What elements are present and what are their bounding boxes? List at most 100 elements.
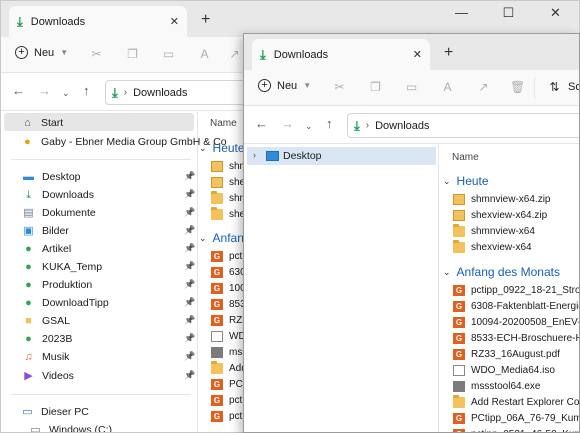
file-row[interactable]: G RZ33_16August.pdf — [453, 349, 560, 360]
breadcrumb[interactable]: ⤓ › Downloads — [347, 113, 579, 138]
new-button[interactable]: + Neu ▼ — [15, 46, 68, 59]
sidebar-item[interactable]: ▶ Videos — [22, 367, 74, 385]
pane-divider[interactable] — [438, 145, 439, 432]
chevron-down-icon: ⌄ — [443, 266, 451, 277]
file-row[interactable]: Gpctipp_0521_46-50_Kummer — [453, 429, 579, 432]
tab-downloads[interactable]: ⤓ Downloads ✕ — [9, 6, 187, 37]
pane-divider[interactable] — [197, 112, 198, 432]
pin-icon[interactable]: 📌 — [184, 315, 195, 326]
group-header[interactable]: ⌄ Heute — [443, 174, 489, 188]
pin-icon[interactable]: 📌 — [184, 333, 195, 344]
pin-icon[interactable]: 📌 — [184, 171, 195, 182]
pin-icon[interactable]: 📌 — [184, 279, 195, 290]
share-icon[interactable]: ↗ — [476, 80, 491, 94]
new-tab-button[interactable]: + — [201, 12, 210, 28]
rename-icon[interactable]: A — [440, 80, 455, 94]
share-icon[interactable]: ↗ — [227, 47, 242, 61]
sidebar-item-label: Desktop — [42, 171, 81, 183]
recent-chevron-icon[interactable]: ⌄ — [62, 86, 70, 100]
sidebar-item-label: 2023B — [42, 333, 73, 345]
pdf-icon: G — [453, 285, 465, 296]
sidebar-item-label: GSAL — [42, 315, 71, 327]
rename-icon[interactable]: A — [197, 47, 212, 61]
file-row[interactable]: G PCtipp_06A_76-79_Kummerk — [453, 413, 579, 424]
sidebar-item[interactable]: ● Artikel — [22, 240, 71, 258]
sidebar-item[interactable]: ♫ Musik — [22, 348, 69, 366]
expand-chevron-icon[interactable]: › — [253, 150, 256, 160]
copy-icon[interactable]: ❐ — [125, 47, 140, 61]
file-row[interactable]: shexview-x64 — [453, 240, 532, 253]
sidebar-item[interactable]: ⤓ Downloads — [22, 186, 94, 204]
column-header-name[interactable]: Name — [210, 118, 237, 129]
pin-icon[interactable]: 📌 — [184, 297, 195, 308]
sidebar-item[interactable]: ■ GSAL — [22, 312, 70, 330]
pin-icon[interactable]: 📌 — [184, 207, 195, 218]
new-tab-button[interactable]: + — [444, 45, 453, 61]
pin-icon[interactable]: 📌 — [184, 261, 195, 272]
new-label: Neu — [277, 79, 298, 92]
file-row[interactable]: shmnview-x64.zip — [453, 194, 550, 205]
pdf-icon: G — [453, 413, 465, 424]
cut-icon[interactable]: ✂ — [332, 80, 347, 94]
minimize-button[interactable]: — — [438, 1, 485, 27]
new-button[interactable]: + Neu ▼ — [258, 79, 311, 92]
sidebar-item[interactable]: ● KUKA_Temp — [22, 258, 102, 276]
sort-icon[interactable]: ⇅ — [547, 80, 562, 94]
sidebar-item[interactable]: ▣ Bilder — [22, 222, 69, 240]
pin-icon[interactable]: 📌 — [184, 225, 195, 236]
sidebar-item[interactable]: ● DownloadTipp — [22, 294, 109, 312]
cut-icon[interactable]: ✂ — [89, 47, 104, 61]
file-row[interactable]: G 6308-Faktenblatt-Energieeffi — [453, 301, 579, 312]
column-header-name[interactable]: Name — [452, 152, 479, 163]
close-tab-icon[interactable]: ✕ — [170, 15, 179, 28]
pin-icon[interactable]: 📌 — [184, 351, 195, 362]
sidebar-item[interactable]: ● Gaby - Ebner Media Group GmbH & Co — [21, 133, 226, 151]
recent-chevron-icon[interactable]: ⌄ — [305, 119, 313, 133]
up-icon[interactable]: ↑ — [83, 84, 90, 98]
sidebar-item[interactable]: ⌂ Start — [21, 114, 63, 132]
close-tab-icon[interactable]: ✕ — [413, 48, 422, 61]
paste-icon[interactable]: ▭ — [404, 80, 419, 94]
group-header[interactable]: ⌄ Anfang des Monats — [443, 265, 560, 279]
pdf-icon: G — [211, 411, 223, 422]
zip-file-icon — [453, 210, 465, 221]
file-row[interactable]: Add — [211, 361, 247, 374]
file-row[interactable]: G 10094-20200508_EnEV-Revisi — [453, 317, 579, 328]
close-button[interactable]: ✕ — [532, 1, 579, 27]
group-title: Heute — [456, 174, 489, 188]
sidebar-item[interactable]: ▭ Dieser PC — [21, 403, 89, 421]
paste-icon[interactable]: ▭ — [161, 47, 176, 61]
sidebar-item[interactable]: ● 2023B — [22, 330, 72, 348]
tab-downloads[interactable]: ⤓ Downloads ✕ — [252, 39, 430, 70]
sidebar-item[interactable]: ▤ Dokumente — [22, 204, 95, 222]
delete-icon[interactable]: 🗑 — [510, 80, 525, 94]
copy-icon[interactable]: ❐ — [368, 80, 383, 94]
explorer-window-front: ⤓ Downloads ✕ + + Neu ▼ ✂ ❐ ▭ A ↗ 🗑 ⇅ So… — [243, 33, 580, 433]
pin-icon[interactable]: 📌 — [184, 370, 195, 381]
folder-sync-icon: ● — [25, 296, 32, 309]
file-row[interactable]: Gpctipp_0922_18-21_Stromspa — [453, 285, 579, 296]
sort-button-label[interactable]: So — [568, 81, 579, 93]
file-row[interactable]: mssstool64.exe — [453, 381, 540, 392]
pin-icon[interactable]: 📌 — [184, 243, 195, 254]
group-title: Anfang des Monats — [456, 265, 560, 279]
sidebar-item[interactable]: ● Produktion — [22, 276, 92, 294]
forward-icon[interactable]: → — [281, 117, 294, 131]
file-row[interactable]: Add Restart Explorer Context — [453, 395, 579, 408]
back-icon[interactable]: ← — [12, 84, 25, 98]
forward-icon[interactable]: → — [38, 84, 51, 98]
pdf-icon: G — [453, 333, 465, 344]
up-icon[interactable]: ↑ — [326, 117, 333, 131]
file-row[interactable]: G 8533-ECH-Broschuere-Hausa — [453, 333, 579, 344]
tab-title: Downloads — [30, 15, 86, 28]
file-row[interactable]: shmnview-x64 — [453, 224, 535, 237]
file-row[interactable]: WDO_Media64.iso — [453, 365, 555, 376]
sidebar-item[interactable]: ▬ Desktop — [22, 168, 81, 186]
maximize-button[interactable]: ☐ — [485, 1, 532, 27]
group-header[interactable]: ⌄ Heute — [199, 141, 245, 155]
tree-item-desktop[interactable]: › Desktop — [247, 147, 436, 165]
sidebar-item[interactable]: ▭ Windows (C:) — [29, 421, 112, 432]
back-icon[interactable]: ← — [255, 117, 268, 131]
pin-icon[interactable]: 📌 — [184, 189, 195, 200]
file-row[interactable]: shexview-x64.zip — [453, 210, 547, 221]
